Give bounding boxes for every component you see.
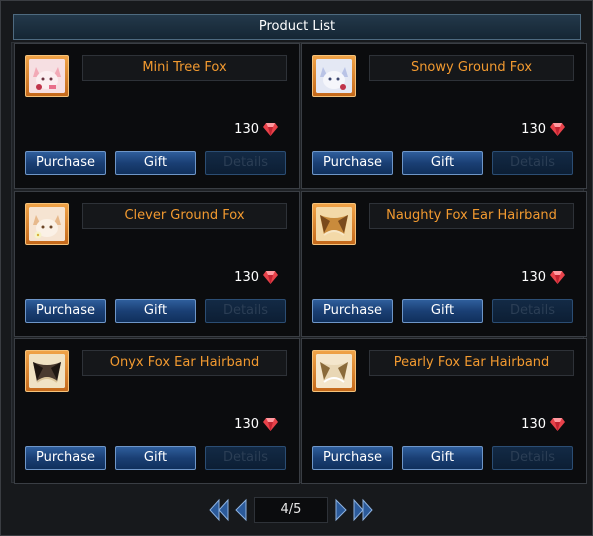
product-card: Naughty Fox Ear Hairband 130 Purchase Gi… — [301, 191, 587, 337]
ruby-gem-icon — [550, 417, 565, 431]
purchase-button[interactable]: Purchase — [312, 151, 393, 175]
product-price: 130 — [234, 268, 278, 286]
next-page-icon[interactable] — [334, 498, 348, 522]
gift-button[interactable]: Gift — [402, 151, 483, 175]
clever-ground-fox-icon — [29, 207, 65, 241]
price-value: 130 — [234, 269, 259, 285]
product-price: 130 — [521, 268, 565, 286]
pearly-fox-ear-hairband-icon — [316, 354, 352, 388]
details-button[interactable]: Details — [205, 446, 286, 470]
gift-button[interactable]: Gift — [115, 151, 196, 175]
price-value: 130 — [521, 121, 546, 137]
product-icon-frame[interactable] — [312, 203, 356, 245]
details-button[interactable]: Details — [492, 299, 573, 323]
product-price: 130 — [234, 120, 278, 138]
price-value: 130 — [234, 121, 259, 137]
purchase-button[interactable]: Purchase — [312, 446, 393, 470]
product-price: 130 — [521, 120, 565, 138]
ruby-gem-icon — [550, 122, 565, 136]
details-button[interactable]: Details — [492, 446, 573, 470]
product-card: Onyx Fox Ear Hairband 130 Purchase Gift … — [14, 338, 300, 484]
ruby-gem-icon — [263, 270, 278, 284]
product-icon-frame[interactable] — [25, 55, 69, 97]
first-page-icon[interactable] — [208, 498, 230, 522]
product-name: Clever Ground Fox — [82, 203, 287, 229]
price-value: 130 — [234, 416, 259, 432]
details-button[interactable]: Details — [492, 151, 573, 175]
window-title: Product List — [13, 14, 581, 40]
purchase-button[interactable]: Purchase — [312, 299, 393, 323]
page-indicator: 4/5 — [254, 497, 328, 523]
product-card: Pearly Fox Ear Hairband 130 Purchase Gif… — [301, 338, 587, 484]
details-button[interactable]: Details — [205, 299, 286, 323]
snowy-ground-fox-icon — [316, 59, 352, 93]
purchase-button[interactable]: Purchase — [25, 446, 106, 470]
product-name: Snowy Ground Fox — [369, 55, 574, 81]
gift-button[interactable]: Gift — [402, 446, 483, 470]
onyx-fox-ear-hairband-icon — [29, 354, 65, 388]
purchase-button[interactable]: Purchase — [25, 299, 106, 323]
ruby-gem-icon — [263, 417, 278, 431]
gift-button[interactable]: Gift — [402, 299, 483, 323]
product-card: Mini Tree Fox 130 Purchase Gift Details — [14, 43, 300, 189]
price-value: 130 — [521, 269, 546, 285]
product-name: Pearly Fox Ear Hairband — [369, 350, 574, 376]
product-name: Onyx Fox Ear Hairband — [82, 350, 287, 376]
product-icon-frame[interactable] — [312, 55, 356, 97]
ruby-gem-icon — [263, 122, 278, 136]
gift-button[interactable]: Gift — [115, 446, 196, 470]
mini-tree-fox-icon — [29, 59, 65, 93]
product-price: 130 — [521, 415, 565, 433]
last-page-icon[interactable] — [352, 498, 374, 522]
product-list-window: Product List Mini Tree Fox 130 Purchase … — [0, 0, 593, 536]
purchase-button[interactable]: Purchase — [25, 151, 106, 175]
product-price: 130 — [234, 415, 278, 433]
product-card: Snowy Ground Fox 130 Purchase Gift Detai… — [301, 43, 587, 189]
product-name: Mini Tree Fox — [82, 55, 287, 81]
details-button[interactable]: Details — [205, 151, 286, 175]
product-icon-frame[interactable] — [312, 350, 356, 392]
product-name: Naughty Fox Ear Hairband — [369, 203, 574, 229]
previous-page-icon[interactable] — [234, 498, 248, 522]
gift-button[interactable]: Gift — [115, 299, 196, 323]
product-grid: Mini Tree Fox 130 Purchase Gift Details … — [11, 42, 587, 484]
product-icon-frame[interactable] — [25, 203, 69, 245]
product-icon-frame[interactable] — [25, 350, 69, 392]
price-value: 130 — [521, 416, 546, 432]
naughty-fox-ear-hairband-icon — [316, 207, 352, 241]
ruby-gem-icon — [550, 270, 565, 284]
product-card: Clever Ground Fox 130 Purchase Gift Deta… — [14, 191, 300, 337]
pagination: 4/5 — [208, 495, 374, 525]
